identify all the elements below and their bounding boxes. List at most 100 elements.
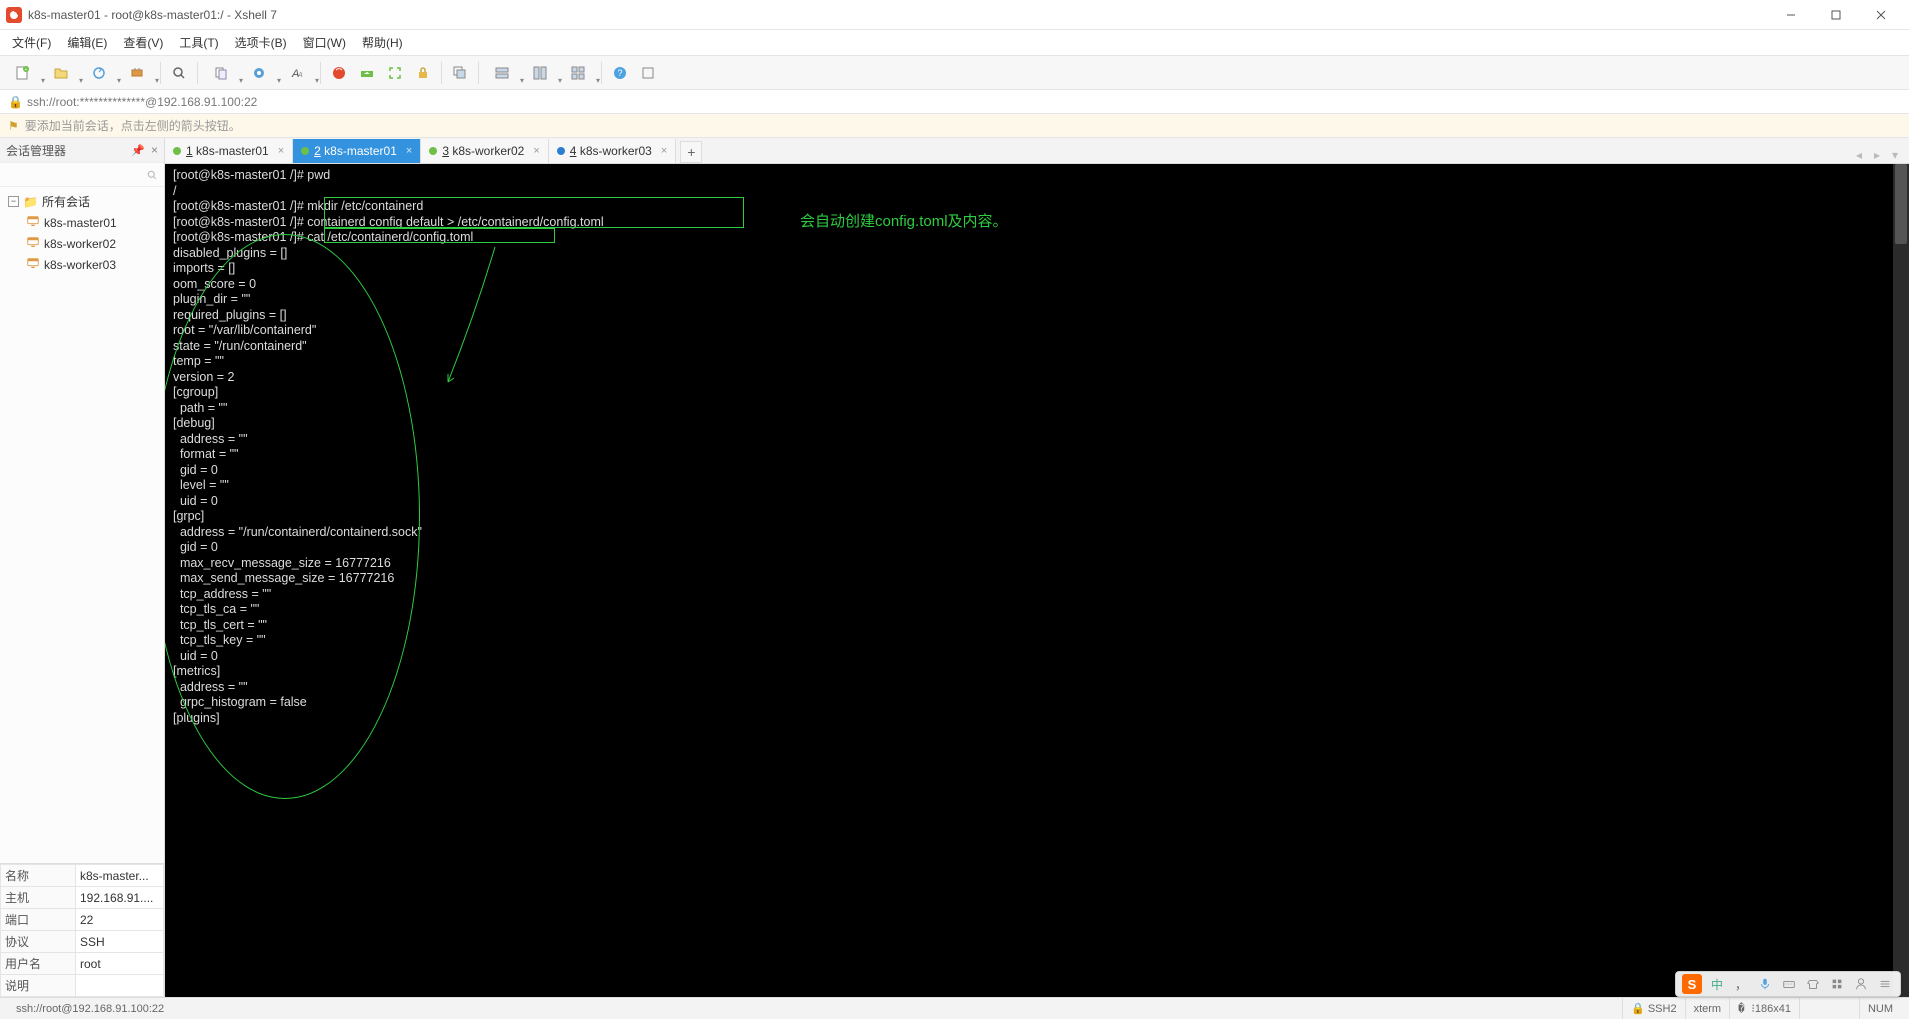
status-ssh: 🔒 SSH2 [1622,998,1685,1019]
window-title: k8s-master01 - root@k8s-master01:/ - Xsh… [28,8,1768,22]
fullscreen-button[interactable] [381,59,409,87]
terminal-line: [root@k8s-master01 /]# cat /etc/containe… [173,230,1901,246]
disconnect-button[interactable]: ▾ [118,59,156,87]
folder-icon: 📁 [23,195,38,209]
ime-mic-icon[interactable] [1756,977,1774,991]
about-button[interactable] [634,59,662,87]
xagent-button[interactable] [325,59,353,87]
menu-window[interactable]: 窗口(W) [295,31,354,54]
open-session-button[interactable]: ▾ [42,59,80,87]
prop-desc-v [76,975,164,997]
tile-grid-button[interactable]: ▾ [559,59,597,87]
ime-settings-icon[interactable] [1876,977,1894,991]
session-tab-0[interactable]: 1 k8s-master01× [165,139,293,163]
terminal-line: gid = 0 [173,540,1901,556]
ime-skin-icon[interactable] [1804,977,1822,991]
terminal-line: [metrics] [173,664,1901,680]
scrollbar-thumb[interactable] [1895,164,1907,244]
terminal-line: oom_score = 0 [173,277,1901,293]
tab-next-button[interactable]: ▸ [1869,147,1885,163]
menu-file[interactable]: 文件(F) [4,31,59,54]
collapse-icon[interactable]: − [8,196,19,207]
tab-prev-button[interactable]: ◂ [1851,147,1867,163]
svg-text:+: + [25,67,28,73]
copy-button[interactable]: ▾ [202,59,240,87]
reconnect-button[interactable]: ▾ [80,59,118,87]
tab-close-icon[interactable]: × [278,145,284,157]
menu-tabs[interactable]: 选项卡(B) [227,31,295,54]
tab-close-icon[interactable]: × [533,145,539,157]
search-button[interactable] [165,59,193,87]
close-button[interactable] [1858,0,1903,30]
terminal-line: max_recv_message_size = 16777216 [173,556,1901,572]
terminal-scrollbar[interactable] [1893,164,1909,997]
status-num: NUM [1859,998,1901,1019]
status-bar: ssh://root@192.168.91.100:22 🔒 SSH2 xter… [0,997,1909,1019]
status-dot-icon [557,147,565,155]
prop-host-k: 主机 [1,887,76,909]
session-tab-1[interactable]: 2 k8s-master01× [293,139,421,163]
properties-table: 名称k8s-master... 主机192.168.91.... 端口22 协议… [0,863,164,997]
menu-tools[interactable]: 工具(T) [171,31,226,54]
menu-view[interactable]: 查看(V) [115,31,171,54]
info-bar: ⚑ 要添加当前会话，点击左侧的箭头按钮。 [0,114,1909,138]
lock-button[interactable] [409,59,437,87]
ime-punc-button[interactable]: ， [1732,976,1750,993]
help-button[interactable]: ? [606,59,634,87]
terminal-line: path = "" [173,401,1901,417]
add-tab-button[interactable]: + [680,141,702,163]
paste-button[interactable]: ▾ [240,59,278,87]
terminal-line: disabled_plugins = [] [173,246,1901,262]
ime-toolbar[interactable]: S 中 ， [1675,971,1901,997]
font-button[interactable]: AA▾ [278,59,316,87]
prop-user-k: 用户名 [1,953,76,975]
tab-close-icon[interactable]: × [406,145,412,157]
tab-strip: 1 k8s-master01×2 k8s-master01×3 k8s-work… [165,138,1909,164]
menu-edit[interactable]: 编辑(E) [59,31,115,54]
tree-host-1[interactable]: k8s-worker02 [2,233,162,254]
address-bar[interactable]: 🔒 ssh://root:**************@192.168.91.1… [0,90,1909,114]
host-icon [26,235,40,252]
terminal-output[interactable]: [root@k8s-master01 /]# pwd/[root@k8s-mas… [165,164,1909,997]
xftp-button[interactable] [353,59,381,87]
tree-host-0[interactable]: k8s-master01 [2,212,162,233]
tile-vertical-button[interactable]: ▾ [521,59,559,87]
status-dot-icon [429,147,437,155]
terminal-line: [root@k8s-master01 /]# mkdir /etc/contai… [173,199,1901,215]
sogou-logo-icon[interactable]: S [1682,974,1702,994]
terminal-line: state = "/run/containerd" [173,339,1901,355]
tree-host-2[interactable]: k8s-worker03 [2,254,162,275]
ime-keyboard-icon[interactable] [1780,977,1798,991]
tab-list-button[interactable]: ▾ [1887,147,1903,163]
minimize-button[interactable] [1768,0,1813,30]
search-icon [146,169,158,181]
address-url: ssh://root:**************@192.168.91.100… [27,95,257,109]
terminal-line: address = "/run/containerd/containerd.so… [173,525,1901,541]
ime-lang-button[interactable]: 中 [1708,976,1726,993]
prop-host-v: 192.168.91.... [76,887,164,909]
status-dot-icon [301,147,309,155]
prop-port-k: 端口 [1,909,76,931]
svg-text:?: ? [617,68,622,78]
tile-horizontal-button[interactable]: ▾ [483,59,521,87]
ime-toolbox-icon[interactable] [1828,977,1846,991]
menu-help[interactable]: 帮助(H) [354,31,411,54]
terminal-line: address = "" [173,680,1901,696]
panel-close-icon[interactable]: × [151,143,158,157]
terminal-line: address = "" [173,432,1901,448]
ime-user-icon[interactable] [1852,977,1870,991]
maximize-button[interactable] [1813,0,1858,30]
pin-icon[interactable]: 📌 [131,144,145,157]
terminal-line: plugin_dir = "" [173,292,1901,308]
tab-close-icon[interactable]: × [661,145,667,157]
session-tab-3[interactable]: 4 k8s-worker03× [549,139,676,163]
session-tab-2[interactable]: 3 k8s-worker02× [421,139,548,163]
new-session-button[interactable]: +▾ [4,59,42,87]
terminal-line: tcp_address = "" [173,587,1901,603]
info-text: 要添加当前会话，点击左侧的箭头按钮。 [25,117,241,134]
tree-root[interactable]: − 📁 所有会话 [2,191,162,212]
terminal-line: level = "" [173,478,1901,494]
cascade-button[interactable] [446,59,474,87]
terminal-area: 1 k8s-master01×2 k8s-master01×3 k8s-work… [165,138,1909,997]
panel-search[interactable] [0,163,164,187]
